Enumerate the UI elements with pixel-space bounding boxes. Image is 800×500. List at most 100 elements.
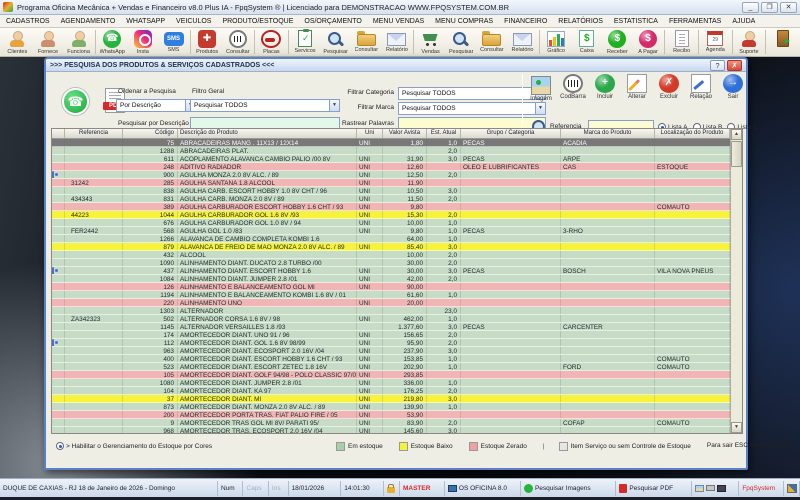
table-row[interactable]: 1266ALAVANCA DE CAMBIO COMPLETA KOMBI 1.… bbox=[52, 235, 730, 243]
toolbar-button-a-pagar[interactable]: $A Pagar bbox=[633, 28, 664, 56]
toolbar-button-pesquisar[interactable]: Pesquisar bbox=[446, 28, 477, 56]
table-row[interactable]: 900AGULHA MONZA 2.0 8V ALC. / 89UNI12,50… bbox=[52, 171, 730, 179]
table-row[interactable]: 1084ALINHAMENTO DIANT. JUMPER 2.8 /01UNI… bbox=[52, 275, 730, 283]
toolbar-button-suporte[interactable]: Suporte bbox=[734, 28, 765, 56]
menu-item-agendamento[interactable]: AGENDAMENTO bbox=[61, 18, 116, 25]
table-row[interactable]: 838AGULHA CARB. ESCORT HOBBY 1.0 8V CHT … bbox=[52, 187, 730, 195]
menu-item-financeiro[interactable]: FINANCEIRO bbox=[504, 18, 547, 25]
table-row[interactable]: 1194ALINHAMENTO E BALANCEAMENTO KOMBI 1.… bbox=[52, 291, 730, 299]
table-row[interactable]: 442231044AGULHA CARBURADOR GOL 1.6 8V /9… bbox=[52, 211, 730, 219]
table-row[interactable]: 9AMORTECEDOR TRAS GOL MI 8V/ PARATI 95/U… bbox=[52, 419, 730, 427]
table-row[interactable]: FER2442568AGULHA GOL 1.0 /83UNI9,801,0PE… bbox=[52, 227, 730, 235]
table-row[interactable]: 523AMORTECEDOR DIANT. ESCORT ZETEC 1.8 1… bbox=[52, 363, 730, 371]
menu-item-ajuda[interactable]: AJUDA bbox=[732, 18, 755, 25]
table-row[interactable]: 31242285AGULHA SANTANA 1.8 ALCOOLUNI11,9… bbox=[52, 179, 730, 187]
toolbar-button-pesquisar[interactable]: Pesquisar bbox=[320, 28, 351, 56]
toolbar-button-vendas[interactable]: Vendas bbox=[415, 28, 446, 56]
table-row[interactable]: 963AMORTECEDOR DIANT. ECOSPORT 2.0 16V /… bbox=[52, 347, 730, 355]
table-row[interactable]: 75ABRACADEIRAS MANG . 11X13 / 12X14UNI1,… bbox=[52, 139, 730, 147]
toolbar-button-placas[interactable]: Placas bbox=[256, 28, 287, 56]
scroll-up-button[interactable]: ▲ bbox=[731, 129, 742, 140]
table-row[interactable]: 248ADITIVO RADIADORUNI12,60OLEO E LUBRIF… bbox=[52, 163, 730, 171]
table-row[interactable]: 400AMORTECEDOR DIANT. ESCORT HOBBY 1.6 C… bbox=[52, 355, 730, 363]
table-row[interactable]: 432ALCOOL10,002,0 bbox=[52, 251, 730, 259]
menu-item-produto-estoque[interactable]: PRODUTO/ESTOQUE bbox=[222, 18, 293, 25]
toolbar-button-consultar[interactable]: Consultar bbox=[477, 28, 508, 56]
menu-item-estatistica[interactable]: ESTATISTICA bbox=[614, 18, 658, 25]
category-filter-select[interactable]: Pesquisar TODOS ▼ bbox=[398, 87, 546, 100]
stock-color-toggle[interactable]: > Habilitar o Gerenciamento do Estoque p… bbox=[48, 442, 336, 450]
imagem-button[interactable]: Imagem bbox=[526, 73, 556, 102]
table-row[interactable]: 1145ALTERNADOR VERSAILLES 1.8 /931.377,6… bbox=[52, 323, 730, 331]
table-row[interactable]: 1080AMORTECEDOR DIANT. JUMPER 2.8 /01UNI… bbox=[52, 379, 730, 387]
order-search-select[interactable]: Por Descrição ▼ bbox=[116, 99, 196, 112]
table-row[interactable]: 389AGULHA CARBURADOR ESCORT HOBBY 1.6 CH… bbox=[52, 203, 730, 211]
excluir-button[interactable]: ✗Excluir bbox=[654, 73, 684, 102]
incluir-button[interactable]: +Incluir bbox=[590, 73, 620, 102]
toolbar-button-relat-rio[interactable]: Relatório bbox=[507, 28, 538, 56]
table-row[interactable]: 611ACOPLAMENTO ALAVANCA CAMBIO PALIO /00… bbox=[52, 155, 730, 163]
close-button[interactable]: ✕ bbox=[780, 2, 797, 13]
toolbar-button-clientes[interactable]: Clientes bbox=[2, 28, 33, 56]
table-row[interactable]: ZA342323502ALTERNADOR CORSA 1.6 8V / 98U… bbox=[52, 315, 730, 323]
table-row[interactable]: 879ALAVANCA DE FREIO DE MAO MONZA 2.0 8V… bbox=[52, 243, 730, 251]
sair-button[interactable]: →Sair bbox=[718, 73, 748, 102]
toolbar-button-insta[interactable]: Insta bbox=[128, 28, 159, 56]
table-row[interactable]: 676AGULHA CARBURADOR GOL 1.0 8V / 94UNI1… bbox=[52, 219, 730, 227]
restore-button[interactable]: ❐ bbox=[761, 2, 778, 13]
status-pesquisar-imagens[interactable]: Pesquisar Imagens bbox=[521, 481, 616, 496]
toolbar-button-sair[interactable] bbox=[767, 28, 798, 56]
toolbar-button-agenda[interactable]: 29Agenda bbox=[700, 28, 731, 56]
table-row[interactable]: 37AMORTECEDOR DIANT. MIUNI219,803,0 bbox=[52, 395, 730, 403]
table-row[interactable]: 1303ALTERNADOR23,0 bbox=[52, 307, 730, 315]
menu-item-relat-rios[interactable]: RELATÓRIOS bbox=[558, 18, 603, 25]
menu-item-menu-compras[interactable]: MENU COMPRAS bbox=[435, 18, 493, 25]
status-pesquisar-pdf[interactable]: Pesquisar PDF bbox=[616, 481, 692, 496]
toolbar-button-funciona[interactable]: Funciona bbox=[63, 28, 94, 56]
toolbar-button-gr-fico[interactable]: Gráfico bbox=[541, 28, 572, 56]
toolbar-button-fornece[interactable]: Fornece bbox=[33, 28, 64, 56]
dialog-help-button[interactable]: ? bbox=[710, 60, 725, 71]
printer-icon[interactable] bbox=[706, 485, 715, 491]
whatsapp-icon[interactable]: ☎ bbox=[62, 88, 89, 115]
toolbar-button-caixa[interactable]: $Caixa bbox=[571, 28, 602, 56]
table-row[interactable]: 968AMORTECEDOR TRAS. ECOSPORT 2.0 16V /0… bbox=[52, 427, 730, 434]
alterar-button[interactable]: Alterar bbox=[622, 73, 652, 102]
toolbar-button-consultar[interactable]: Consultar bbox=[222, 28, 253, 56]
scroll-down-button[interactable]: ▼ bbox=[731, 422, 742, 433]
table-row[interactable]: 434343831AGULHA CARB. MONZA 2.0 8V / 89U… bbox=[52, 195, 730, 203]
toolbar-button-sms[interactable]: SMSSMS bbox=[158, 28, 189, 56]
dialog-close-button[interactable]: ✗ bbox=[727, 60, 742, 71]
image-icon[interactable] bbox=[695, 485, 704, 492]
menu-item-ferramentas[interactable]: FERRAMENTAS bbox=[669, 18, 721, 25]
menu-item-cadastros[interactable]: CADASTROS bbox=[6, 18, 50, 25]
monitor-icon[interactable] bbox=[717, 485, 726, 492]
table-row[interactable]: 112AMORTECEDOR DIANT. GOL 1.6 8V 98/99UN… bbox=[52, 339, 730, 347]
scrollbar-thumb[interactable] bbox=[731, 141, 742, 167]
table-row[interactable]: 873AMORTECEDOR DIANT. MONZA 2.0 8V ALC. … bbox=[52, 403, 730, 411]
toolbar-button-receber[interactable]: $Receber bbox=[602, 28, 633, 56]
toolbar-button-relat-rio[interactable]: Relatório bbox=[382, 28, 413, 56]
minimize-button[interactable]: _ bbox=[742, 2, 759, 13]
toolbar-button-servicos[interactable]: Servicos bbox=[290, 28, 321, 56]
toolbar-button-whatsapp[interactable]: ☎WhatsApp bbox=[97, 28, 128, 56]
table-row[interactable]: 174AMORTECEDOR DIANT. UNO 91 / 96UNI156,… bbox=[52, 331, 730, 339]
table-row[interactable]: 1288ABRACADEIRAS PLAT.2,0 bbox=[52, 147, 730, 155]
table-row[interactable]: 126ALINHAMENTO E BALANCEAMENTO GOL MIUNI… bbox=[52, 283, 730, 291]
table-row[interactable]: 1090ALINHAMENTO DIANT. DUCATO 2.8 TURBO … bbox=[52, 259, 730, 267]
brand-filter-select[interactable]: Pesquisar TODOS ▼ bbox=[398, 102, 546, 115]
toolbar-button-produtos[interactable]: ✚Produtos bbox=[192, 28, 223, 56]
menu-item-menu-vendas[interactable]: MENU VENDAS bbox=[373, 18, 424, 25]
table-row[interactable]: 220ALINHAMENTO UNOUNI20,00 bbox=[52, 299, 730, 307]
menu-item-os-or-amento[interactable]: OS/ORÇAMENTO bbox=[304, 18, 361, 25]
table-row[interactable]: 105AMORTECEDOR DIANT. GOLF 94/98 - POLO … bbox=[52, 371, 730, 379]
relação-button[interactable]: Relação bbox=[686, 73, 716, 102]
toolbar-button-recibo[interactable]: Recibo bbox=[666, 28, 697, 56]
table-row[interactable]: 200AMORTECEDOR PORTA TRAS. FIAT PALIO FI… bbox=[52, 411, 730, 419]
table-row[interactable]: 437ALINHAMENTO DIANT. ESCORT HOBBY 1.6UN… bbox=[52, 267, 730, 275]
vertical-scrollbar[interactable]: ▲ ▼ bbox=[730, 129, 742, 433]
codbarra-button[interactable]: CodBarra bbox=[558, 73, 588, 102]
menu-item-whatsapp[interactable]: WHATSAPP bbox=[126, 18, 165, 25]
menu-item-veiculos[interactable]: VEICULOS bbox=[176, 18, 211, 25]
general-filter-select[interactable]: Pesquisar TODOS ▼ bbox=[190, 99, 340, 112]
